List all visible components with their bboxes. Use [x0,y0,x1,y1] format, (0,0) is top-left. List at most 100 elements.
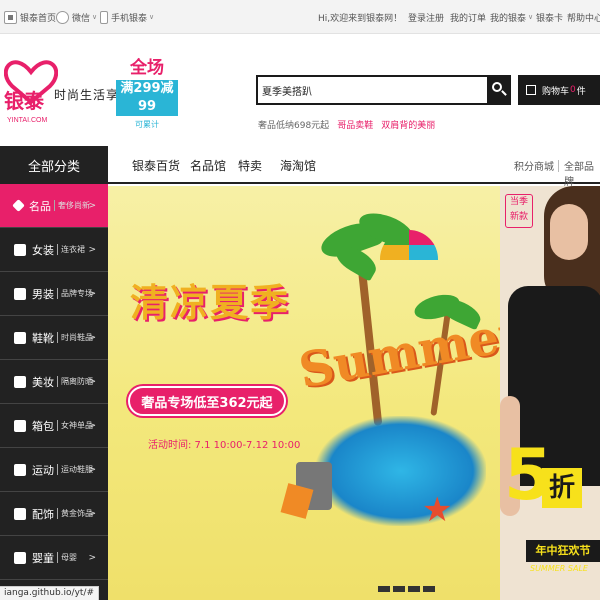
all-categories-tab[interactable]: 全部分类 [0,146,108,184]
bag-icon [14,419,26,432]
category-name: 美妆 [32,375,54,389]
main-nav: 银泰百货 名品馆 特卖 海淘馆 积分商城 全部品牌 [108,146,600,188]
category-item-women[interactable]: 女装 连衣裙 > [0,228,108,272]
category-name: 箱包 [32,419,54,433]
mobile-link[interactable]: 手机银泰 ∨ [100,0,154,34]
cart-count: 0 [570,85,576,95]
search-icon-handle [501,90,507,96]
chevron-right-icon: > [88,420,96,431]
baby-icon [14,551,26,564]
divider [558,160,559,172]
cart-label: 购物车 [542,86,570,97]
hot-word-link[interactable]: 奢品低纳698元起 [258,118,329,131]
banner-promo-pill: 奢品专场低至362元起 [128,386,286,416]
help-center-link[interactable]: 帮助中心 [567,0,600,34]
hot-word-link[interactable]: 哥品卖鞋 [337,118,373,131]
sport-icon [14,463,26,476]
category-name: 运动 [32,463,54,477]
divider [57,244,58,255]
category-name: 名品 [29,199,51,213]
divider [57,332,58,343]
promo-small: 可累计 [135,120,159,129]
chevron-right-icon: > [88,288,96,299]
dress-icon [14,243,26,256]
category-item-sports[interactable]: 运动 运动鞋服 > [0,448,108,492]
diamond-icon [12,199,25,212]
chevron-right-icon: > [88,464,96,475]
cosmetic-icon [14,375,26,388]
category-name: 鞋靴 [32,331,54,345]
home-link[interactable]: 银泰首页 [4,0,56,34]
my-yintai-label: 我的银泰 [490,13,527,24]
shoe-icon [14,331,26,344]
hero-banner[interactable]: Summer 清凉夏季 奢品专场低至362元起 活动时间: 7.1 10:00-… [108,186,500,600]
nav-item-overseas[interactable]: 海淘馆 [280,157,316,174]
category-item-bags[interactable]: 箱包 女神单品 > [0,404,108,448]
mobile-icon [100,10,108,24]
login-link[interactable]: 登录 [408,0,426,34]
divider [57,464,58,475]
category-sub: 奢侈尚新 [58,201,90,210]
promo-block[interactable]: 全场 满299减99 可累计 [116,58,178,129]
carousel-dot[interactable] [423,586,435,592]
divider [57,552,58,563]
search-input[interactable] [258,77,486,103]
mobile-label: 手机银泰 [111,13,148,24]
top-utility-bar: 银泰首页 微信 ∨ 手机银泰 ∨ Hi,欢迎来到银泰网！ 登录 注册 我的订单 … [0,0,600,34]
yintai-logo[interactable]: 银泰 YINTAI.COM [3,52,59,130]
logo-en: YINTAI.COM [7,117,47,124]
home-icon [4,10,17,24]
side-ad[interactable]: 当季新款 5 折 年中狂欢节 SUMMER SALE [500,186,600,600]
hot-words: 奢品低纳698元起 哥品卖鞋 双肩背的美丽 [258,118,435,131]
category-item-beauty[interactable]: 美妆 隔离防晒 > [0,360,108,404]
carousel-dot[interactable] [408,586,420,592]
carousel-dot[interactable] [393,586,405,592]
divider [57,508,58,519]
wechat-icon [56,10,69,24]
cart-button[interactable]: 购物车 0 件 [518,75,600,105]
discount-label: 折 [542,468,582,508]
water-splash [316,416,486,526]
category-item-men[interactable]: 男装 品牌专场 > [0,272,108,316]
festival-label: 年中狂欢节 [526,540,600,562]
category-item-baby[interactable]: 婴童 母婴 > [0,536,108,580]
chevron-down-icon: ∨ [528,13,534,21]
category-item-luxury[interactable]: 名品 奢侈尚新 > [0,184,108,228]
starfish-icon: ★ [422,490,453,530]
banner-date: 活动时间: 7.1 10:00-7.12 10:00 [148,440,301,451]
category-sub: 母婴 [61,553,77,562]
carousel-dots [378,586,435,592]
nav-item-department-store[interactable]: 银泰百货 [132,157,180,174]
category-item-accessories[interactable]: 配饰 黄金饰品 > [0,492,108,536]
gift-box-image [280,483,314,519]
chevron-right-icon: > [88,552,96,563]
yintai-card-link[interactable]: 银泰卡 [536,0,563,34]
nav-item-luxury[interactable]: 名品馆 [190,157,226,174]
divider [57,376,58,387]
my-orders-link[interactable]: 我的订单 [450,0,486,34]
category-name: 婴童 [32,551,54,565]
hot-word-link[interactable]: 双肩背的美丽 [381,118,435,131]
banner-title: 清凉夏季 [130,281,291,325]
search-button[interactable] [487,75,511,105]
category-item-shoes[interactable]: 鞋靴 时尚鞋品 > [0,316,108,360]
register-link[interactable]: 注册 [426,0,444,34]
category-name: 配饰 [32,507,54,521]
category-sidebar: 名品 奢侈尚新 > 女装 连衣裙 > 男装 品牌专场 > 鞋靴 时尚鞋品 > 美… [0,184,108,600]
chevron-down-icon: ∨ [149,13,155,21]
browser-status-url: ianga.github.io/yt/# [0,586,99,600]
chevron-right-icon: > [88,508,96,519]
carousel-dot[interactable] [378,586,390,592]
nav-item-sale[interactable]: 特卖 [238,157,262,174]
search-box [256,75,511,105]
heart-logo-icon: 银泰 YINTAI.COM [3,60,59,124]
promo-mid: 满299减99 [116,80,178,116]
nav-points-mall[interactable]: 积分商城 [514,158,554,173]
my-yintai-link[interactable]: 我的银泰 ∨ [490,0,533,34]
nav-all-brands[interactable]: 全部品牌 [564,158,600,188]
chevron-right-icon: > [88,244,96,255]
chevron-down-icon: ∨ [92,13,98,21]
wechat-link[interactable]: 微信 ∨ [56,0,97,34]
chevron-right-icon: > [88,376,96,387]
home-label: 银泰首页 [20,13,57,24]
